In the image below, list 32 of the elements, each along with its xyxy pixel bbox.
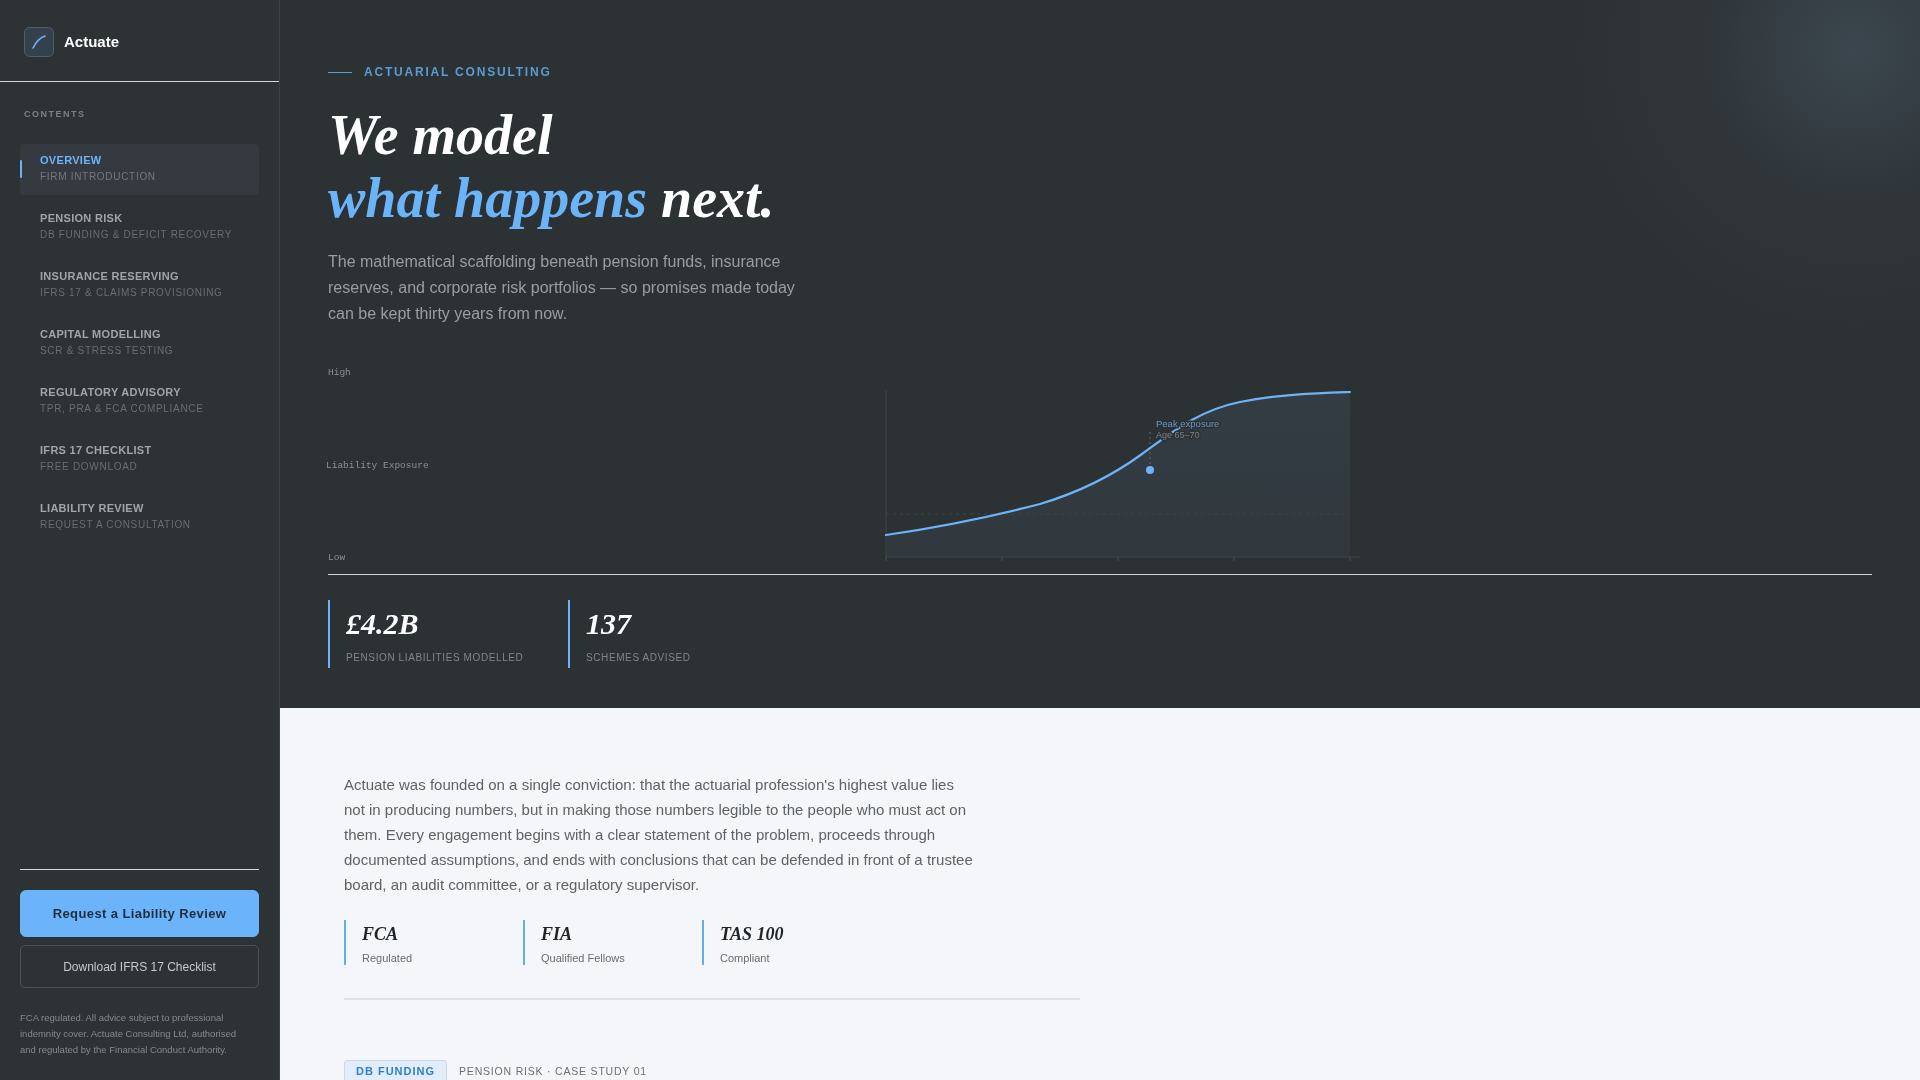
nav-item[interactable]: REGULATORY ADVISORY TPR, PRA & FCA COMPLIANCE <box>20 376 259 427</box>
stat-value: £4.2B <box>346 606 419 642</box>
nav-item[interactable]: CAPITAL MODELLING SCR & STRESS TESTING <box>20 318 259 369</box>
credential-title: FCA <box>362 923 399 945</box>
request-review-button[interactable]: Request a Liability Review <box>20 890 259 937</box>
credential-caption: Qualified Fellows <box>541 951 625 965</box>
download-checklist-button[interactable]: Download IFRS 17 Checklist <box>20 945 259 988</box>
stat-label: PENSION LIABILITIES MODELLED <box>346 652 524 664</box>
stat-value: 137 <box>586 606 631 642</box>
nav-item[interactable]: LIABILITY REVIEW REQUEST A CONSULTATION <box>20 492 259 543</box>
curve-logo-icon <box>24 26 54 57</box>
hero-headline: We model what happens next. <box>328 104 775 230</box>
category-tag: DB FUNDING <box>344 1060 448 1080</box>
credential-caption: Compliant <box>720 951 770 965</box>
eyebrow-label: ACTUARIAL CONSULTING <box>364 65 552 79</box>
case-study-meta: PENSION RISK · CASE STUDY 01 <box>459 1064 647 1078</box>
hero-description: The mathematical scaffolding beneath pension funds, insurance reserves, and corporate risk portfolios — so promises made today can be kept thirty years from now. <box>328 252 796 324</box>
nav-item[interactable]: OVERVIEW FIRM INTRODUCTION <box>20 144 259 195</box>
brand-name: Actuate <box>64 33 119 50</box>
nav-item[interactable]: INSURANCE RESERVING IFRS 17 & CLAIMS PROVISIONING <box>20 260 259 311</box>
y-axis-low-label: Low <box>328 552 346 564</box>
credential-title: TAS 100 <box>720 923 784 945</box>
about-paragraph: Actuate was founded on a single conviction: that the actuarial profession's highest value lies not in producing numbers, but in making those numbers legible to the people who must act on them. Every engagement begins with a clear statement of the problem, proceeds through documented assumptions, and ends with conclusions that can be defended in front of a trustee board, an audit committee, or a regulatory supervisor. <box>344 775 974 895</box>
y-axis-high-label: High <box>328 367 351 379</box>
stat-label: SCHEMES ADVISED <box>586 652 691 664</box>
contents-heading: CONTENTS <box>24 108 87 120</box>
credential-title: FIA <box>541 923 573 945</box>
nav-item[interactable]: IFRS 17 CHECKLIST FREE DOWNLOAD <box>20 434 259 485</box>
nav-item[interactable]: PENSION RISK DB FUNDING & DEFICIT RECOVERY <box>20 202 259 253</box>
y-axis-title: Liability Exposure <box>326 459 429 472</box>
regulatory-footnote: FCA regulated. All advice subject to professional indemnity cover. Actuate Consulting Ltd, authorised and regulated by the Financial Conduct Authority. <box>20 1011 237 1057</box>
credential-caption: Regulated <box>362 951 413 965</box>
